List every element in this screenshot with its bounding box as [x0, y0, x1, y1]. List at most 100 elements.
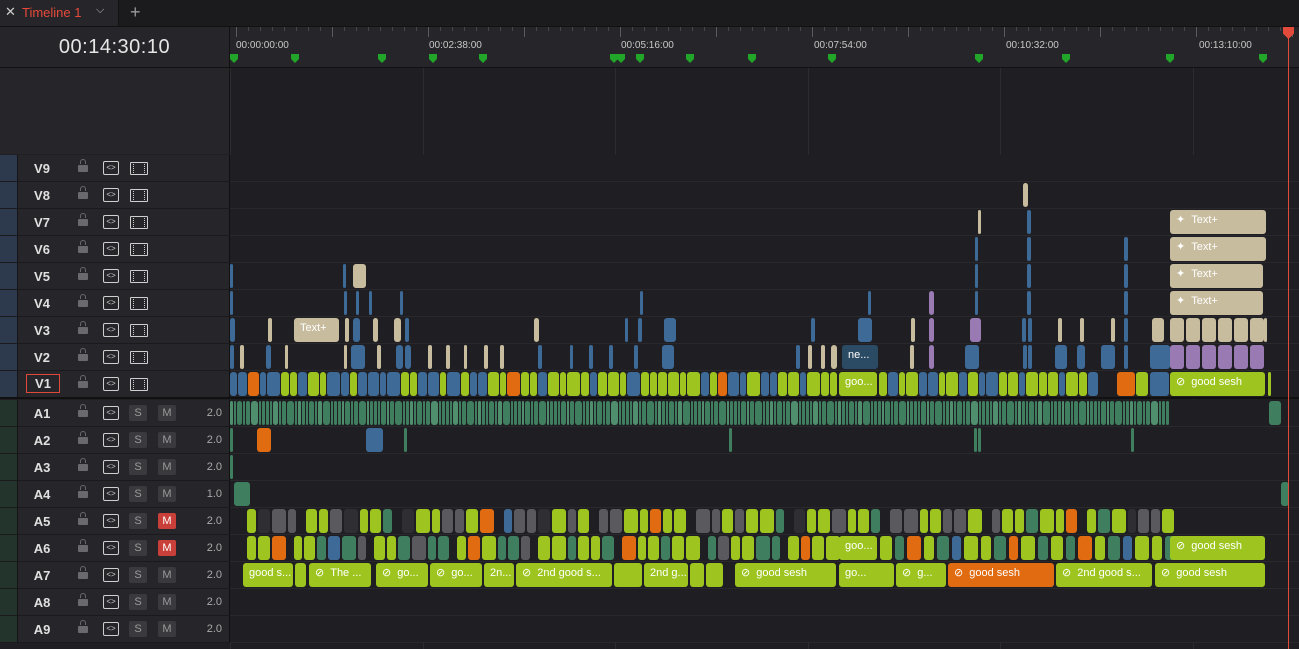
clip[interactable]	[763, 401, 765, 425]
clip[interactable]	[1051, 536, 1063, 560]
clip[interactable]	[1166, 401, 1169, 425]
clip[interactable]	[928, 372, 938, 396]
lock-icon[interactable]	[78, 539, 88, 552]
clip[interactable]	[662, 401, 665, 425]
clip[interactable]	[1028, 318, 1032, 342]
clip[interactable]	[662, 345, 674, 369]
track-name[interactable]: A3	[26, 460, 58, 475]
auto-select-icon[interactable]: <>	[103, 242, 119, 256]
clip[interactable]	[1264, 318, 1267, 342]
clip[interactable]	[578, 536, 589, 560]
clip[interactable]	[696, 509, 710, 533]
clip[interactable]	[410, 401, 413, 425]
clip[interactable]	[567, 372, 580, 396]
clip[interactable]	[1218, 345, 1232, 369]
clip-second-g[interactable]: 2nd g...	[644, 563, 688, 587]
clip[interactable]	[957, 401, 962, 425]
clip[interactable]	[818, 509, 830, 533]
clip[interactable]	[323, 401, 330, 425]
auto-select-icon[interactable]: <>	[103, 215, 119, 229]
clip[interactable]	[756, 536, 770, 560]
clip[interactable]	[740, 372, 746, 396]
clip[interactable]	[560, 372, 566, 396]
clip[interactable]	[402, 509, 414, 533]
clip[interactable]	[1186, 345, 1200, 369]
clip[interactable]	[1123, 401, 1125, 425]
clip[interactable]	[1250, 345, 1264, 369]
clip[interactable]	[538, 509, 550, 533]
clip-goo[interactable]: goo...	[839, 372, 877, 396]
clip[interactable]	[455, 509, 464, 533]
clip[interactable]	[1059, 372, 1065, 396]
clip[interactable]	[1066, 372, 1078, 396]
timeline-marker[interactable]	[686, 54, 694, 63]
clip[interactable]	[359, 401, 366, 425]
clip[interactable]	[929, 318, 934, 342]
clip[interactable]	[1128, 509, 1136, 533]
clip[interactable]	[821, 345, 825, 369]
clip[interactable]	[639, 401, 641, 425]
clip[interactable]	[807, 509, 816, 533]
clip[interactable]	[821, 372, 829, 396]
clip[interactable]	[1065, 401, 1070, 425]
clip[interactable]	[1079, 372, 1087, 396]
clip[interactable]	[770, 401, 773, 425]
clip[interactable]	[1124, 345, 1128, 369]
video-audio-divider[interactable]	[0, 397, 1299, 399]
film-icon[interactable]	[130, 297, 148, 310]
clip[interactable]	[1117, 372, 1135, 396]
mute-button[interactable]: M	[158, 432, 176, 448]
clip[interactable]	[729, 428, 732, 452]
clip[interactable]	[377, 345, 381, 369]
clip-go2[interactable]: ⊘ go...	[430, 563, 482, 587]
clip[interactable]	[1043, 401, 1050, 425]
clip[interactable]	[230, 345, 234, 369]
clip[interactable]	[459, 401, 461, 425]
clip[interactable]	[267, 372, 280, 396]
clip[interactable]	[1026, 372, 1038, 396]
clip[interactable]	[975, 264, 978, 288]
clip[interactable]	[906, 372, 918, 396]
clip[interactable]	[1087, 509, 1096, 533]
auto-select-icon[interactable]: <>	[103, 514, 119, 528]
clip[interactable]	[374, 536, 385, 560]
clip[interactable]	[330, 509, 342, 533]
clip[interactable]	[718, 372, 727, 396]
clip[interactable]	[260, 372, 266, 396]
clip[interactable]	[558, 401, 560, 425]
clip[interactable]	[849, 401, 854, 425]
clip[interactable]	[904, 509, 918, 533]
clip[interactable]	[470, 372, 477, 396]
clip[interactable]	[846, 401, 848, 425]
clip[interactable]	[247, 536, 256, 560]
clip[interactable]	[368, 372, 379, 396]
clip[interactable]	[858, 509, 869, 533]
clip[interactable]	[694, 401, 697, 425]
clip-text-plus[interactable]: ✦ Text+	[1170, 291, 1263, 315]
clip[interactable]	[783, 401, 785, 425]
clip[interactable]	[731, 536, 740, 560]
clip[interactable]	[442, 401, 445, 425]
clip[interactable]	[963, 401, 965, 425]
clip[interactable]	[387, 536, 396, 560]
clip[interactable]	[387, 401, 389, 425]
clip[interactable]	[334, 401, 337, 425]
clip[interactable]	[412, 536, 426, 560]
clip[interactable]	[895, 536, 904, 560]
clip[interactable]	[370, 401, 373, 425]
clip[interactable]	[735, 509, 744, 533]
clip[interactable]	[1234, 345, 1248, 369]
auto-select-icon[interactable]: <>	[103, 595, 119, 609]
timeline-marker[interactable]	[828, 54, 836, 63]
clip[interactable]	[1026, 509, 1038, 533]
clip[interactable]	[705, 401, 710, 425]
clip[interactable]	[924, 536, 934, 560]
clip[interactable]	[1062, 401, 1064, 425]
clip[interactable]	[401, 372, 409, 396]
clip[interactable]	[306, 509, 317, 533]
clip[interactable]	[603, 401, 605, 425]
lock-icon[interactable]	[78, 566, 88, 579]
clip[interactable]	[1162, 401, 1165, 425]
clip[interactable]	[597, 401, 602, 425]
clip[interactable]	[1098, 401, 1100, 425]
